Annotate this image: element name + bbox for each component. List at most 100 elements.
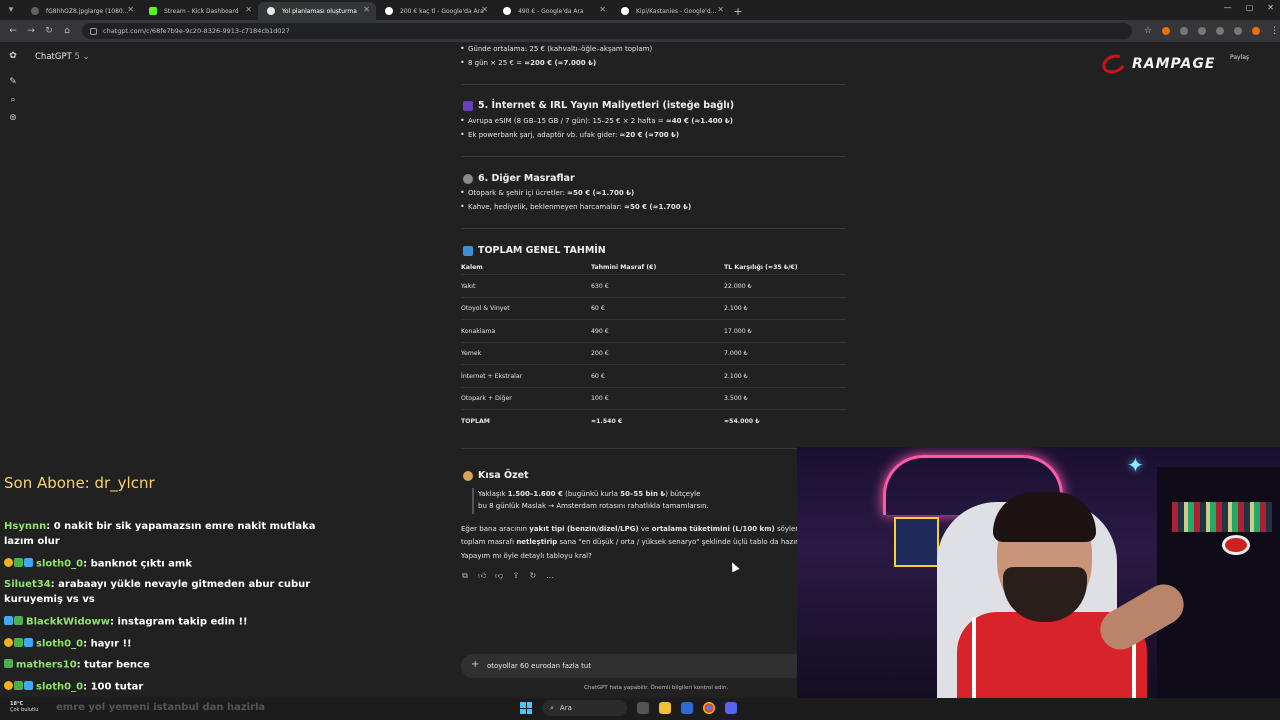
forward-icon[interactable]: →	[22, 26, 40, 36]
bookmark-star-icon[interactable]: ☆	[1144, 26, 1152, 36]
extensions-puzzle-icon[interactable]	[1216, 27, 1225, 35]
store-icon[interactable]	[681, 702, 693, 714]
books	[1172, 502, 1272, 532]
task-view-icon[interactable]	[637, 702, 649, 714]
chat-username: sloth0_0	[36, 638, 84, 650]
menu-kebab-icon[interactable]: ⋮	[1270, 26, 1279, 36]
tab-label: Stream - Kick Dashboard	[164, 7, 239, 15]
table-cell: 200 €	[591, 350, 609, 357]
followup-line-1: Eğer bana aracının yakıt tipi (benzin/di…	[461, 525, 819, 533]
summary-heading: Kısa Özet	[463, 470, 529, 481]
profile-avatar[interactable]	[1252, 27, 1261, 35]
attach-plus-icon[interactable]: +	[471, 659, 479, 670]
chat-badges	[4, 614, 24, 629]
regenerate-icon[interactable]: ↻	[529, 572, 537, 580]
reload-icon[interactable]: ↻	[40, 26, 58, 36]
chrome-icon[interactable]	[703, 702, 715, 714]
disclaimer: ChatGPT hata yapabilir. Önemli bilgileri…	[584, 685, 729, 691]
copy-icon[interactable]: ⧉	[461, 572, 469, 580]
divider	[461, 156, 846, 157]
close-tab-icon[interactable]: ✕	[717, 5, 724, 14]
more-icon[interactable]: …	[546, 572, 554, 580]
site-info-icon[interactable]	[90, 27, 97, 35]
url-text: chatgpt.com/c/68fe7b9e-9c20-8326-9913-c7…	[103, 27, 290, 35]
tab-google-490[interactable]: 490 € - Google'da Ara ✕	[494, 2, 612, 20]
tab-image[interactable]: fG8hhOZ8.jpglarge (1080×1350) ✕	[22, 2, 140, 20]
thumbs-down-icon[interactable]: 👎︎	[495, 572, 503, 580]
table-divider	[461, 364, 846, 365]
divider	[461, 84, 846, 85]
tab-kick-dashboard[interactable]: Stream - Kick Dashboard ✕	[140, 2, 258, 20]
address-bar[interactable]: chatgpt.com/c/68fe7b9e-9c20-8326-9913-c7…	[82, 23, 1132, 39]
message-actions: ⧉ 👍︎ 👎︎ ⇪ ↻ …	[461, 572, 554, 580]
tab-search-icon[interactable]: ▾	[0, 0, 22, 20]
openai-logo-icon[interactable]: ✿	[8, 51, 18, 61]
table-cell: 22.000 ₺	[724, 283, 752, 290]
chat-badges	[4, 556, 34, 571]
section-5-bullet-2: Ek powerbank şarj, adaptör vb. ufak gide…	[460, 130, 679, 139]
chat-message: sloth0_0: banknot çıktı amk	[4, 556, 334, 572]
close-window-icon[interactable]: ✕	[1267, 3, 1274, 12]
close-tab-icon[interactable]: ✕	[363, 5, 370, 14]
search-icon[interactable]: ⌕	[8, 95, 18, 105]
section-6-heading: 6. Diğer Masraflar	[463, 173, 575, 184]
table-cell: Konaklama	[461, 328, 496, 335]
webcam-overlay: ✦	[797, 447, 1280, 700]
table-cell: 630 €	[591, 283, 609, 290]
taskbar-apps: ⌕ Ara	[520, 700, 737, 716]
new-chat-icon[interactable]: ✎	[8, 77, 18, 87]
file-explorer-icon[interactable]	[659, 702, 671, 714]
share-icon[interactable]: ⇪	[512, 572, 520, 580]
tab-google-kastanies[interactable]: Kipi/Kastanies - Google'da Ara ✕	[612, 2, 730, 20]
maximize-icon[interactable]: ▢	[1246, 3, 1254, 12]
table-divider	[461, 297, 846, 298]
close-tab-icon[interactable]: ✕	[599, 5, 606, 14]
chat-text: 100 tutar	[90, 681, 144, 693]
chat-text: tutar bence	[84, 659, 150, 671]
chatgpt-icon	[267, 7, 275, 15]
table-cell: 7.000 ₺	[724, 350, 748, 357]
sub-badge-icon	[4, 558, 13, 567]
chat-message: Siluet34: arabaayı yükle nevayle gitmede…	[4, 579, 311, 605]
table-cell: 17.000 ₺	[724, 328, 752, 335]
table-cell: Otopark + Diğer	[461, 395, 512, 402]
table-divider	[461, 342, 846, 343]
close-tab-icon[interactable]: ✕	[481, 5, 488, 14]
close-tab-icon[interactable]: ✕	[127, 5, 134, 14]
weather-widget[interactable]: 18°C Çok bulutlu	[10, 701, 38, 713]
home-icon[interactable]: ⌂	[58, 26, 76, 36]
image-icon	[31, 7, 39, 15]
library-icon[interactable]: ⊚	[8, 113, 18, 123]
chat-message: sloth0_0: 100 tutar	[4, 679, 334, 695]
extension-icon[interactable]	[1180, 27, 1189, 35]
table-cell: Yakıt	[461, 283, 476, 290]
gamepad-badge-icon	[14, 638, 23, 647]
tab-google-200[interactable]: 200 € kaç tl - Google'da Ara ✕	[376, 2, 494, 20]
google-icon	[503, 7, 511, 15]
cube-badge-icon	[24, 638, 33, 647]
back-icon[interactable]: ←	[4, 26, 22, 36]
weather-desc: Çok bulutlu	[10, 707, 39, 713]
minimize-icon[interactable]: —	[1224, 3, 1232, 12]
share-button[interactable]: Paylaş	[1230, 54, 1249, 61]
windows-start-icon[interactable]	[520, 702, 532, 714]
neon-sign: ✦	[1127, 453, 1144, 477]
sidepanel-icon[interactable]	[1234, 27, 1243, 35]
extension-icon[interactable]	[1162, 27, 1171, 35]
mouse-cursor-icon	[728, 560, 740, 573]
discord-icon[interactable]	[725, 702, 737, 714]
chart-emoji-icon	[463, 245, 473, 256]
chat-composer[interactable]: + otoyollar 60 eurodan fazla tut	[461, 654, 806, 678]
tab-label: 490 € - Google'da Ara	[518, 7, 584, 15]
chat-text: hayır !!	[90, 638, 132, 650]
model-selector[interactable]: ChatGPT 5 ⌄	[35, 52, 90, 62]
new-tab-button[interactable]: +	[730, 2, 746, 20]
tab-chatgpt[interactable]: Yol planlaması oluşturma ✕	[258, 2, 376, 20]
extension-icon[interactable]	[1198, 27, 1207, 35]
gamepad-badge-icon	[4, 659, 13, 668]
thumbs-up-icon[interactable]: 👍︎	[478, 572, 486, 580]
close-tab-icon[interactable]: ✕	[245, 5, 252, 14]
taskbar-search[interactable]: ⌕ Ara	[542, 700, 627, 716]
chat-message: Hsynnn: 0 nakit bir sik yapamazsın emre …	[4, 521, 316, 547]
composer-input[interactable]: otoyollar 60 eurodan fazla tut	[487, 662, 591, 670]
